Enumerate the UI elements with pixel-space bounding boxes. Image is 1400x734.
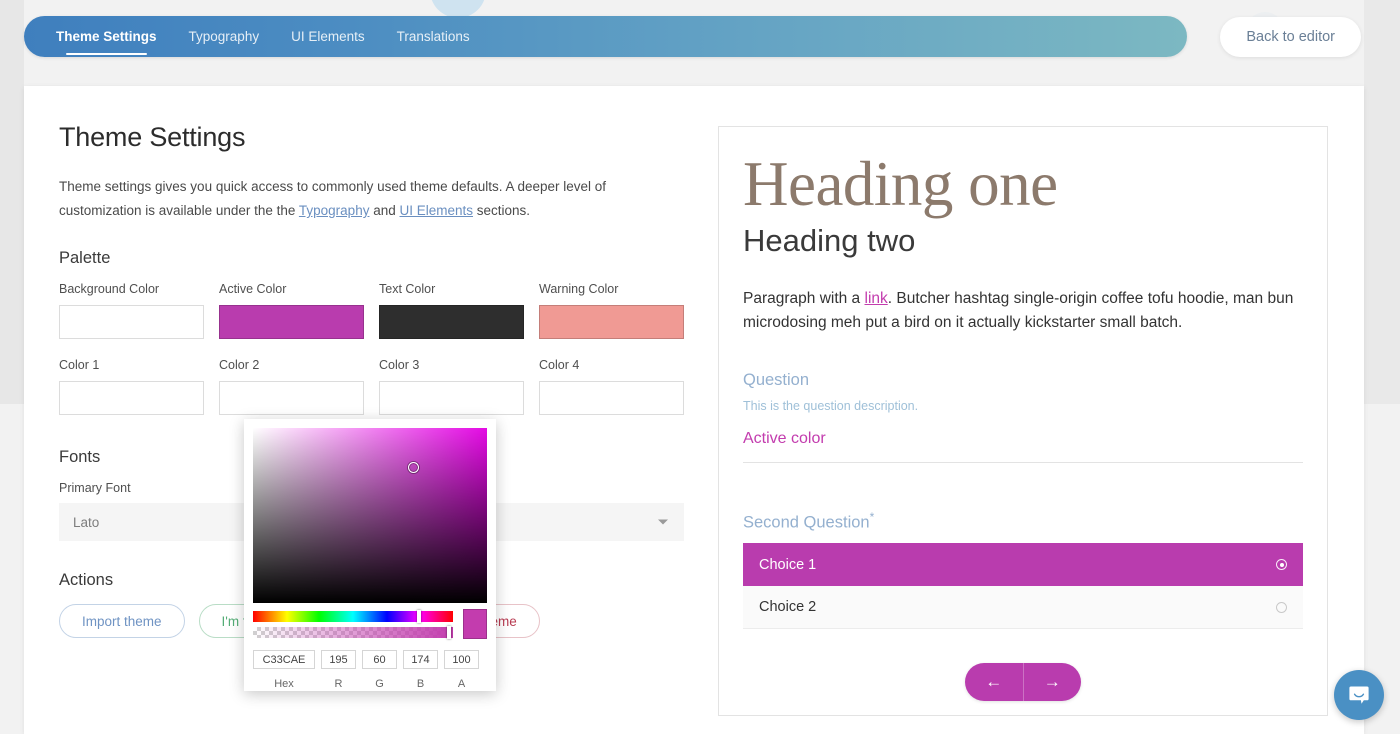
preview-second-question-label: Second Question bbox=[743, 513, 870, 532]
preview-choice-1-label: Choice 1 bbox=[759, 556, 817, 573]
background-strip-right bbox=[1364, 0, 1400, 404]
swatch-label-background-color: Background Color bbox=[59, 282, 160, 296]
intro-paragraph: Theme settings gives you quick access to… bbox=[59, 175, 625, 223]
picker-b-input[interactable] bbox=[403, 650, 438, 669]
app-root: Theme Settings Typography UI Elements Tr… bbox=[0, 0, 1400, 734]
swatch-warning-color[interactable] bbox=[539, 305, 684, 339]
palette-grid: Background Color Active Color Text Color… bbox=[59, 282, 699, 434]
preview-choice-1[interactable]: Choice 1 bbox=[743, 543, 1303, 587]
preview-heading-two: Heading two bbox=[743, 222, 916, 258]
swatch-group-color-1: Color 1 bbox=[59, 358, 204, 434]
import-theme-button[interactable]: Import theme bbox=[59, 604, 185, 638]
swatch-label-color-4: Color 4 bbox=[539, 358, 580, 372]
preview-inline-link[interactable]: link bbox=[865, 290, 888, 307]
next-arrow-icon[interactable]: → bbox=[1024, 663, 1082, 701]
required-asterisk: * bbox=[869, 509, 875, 524]
swatch-color-4[interactable] bbox=[539, 381, 684, 415]
swatch-group-warning-color: Warning Color bbox=[539, 282, 684, 358]
tab-theme-settings[interactable]: Theme Settings bbox=[56, 29, 157, 55]
swatch-group-text-color: Text Color bbox=[379, 282, 524, 358]
intercom-messenger-button[interactable] bbox=[1334, 670, 1384, 720]
swatch-group-background-color: Background Color bbox=[59, 282, 204, 358]
preview-question-title: Question bbox=[743, 370, 810, 389]
preview-paragraph-before: Paragraph with a bbox=[743, 289, 865, 307]
tab-translations-label: Translations bbox=[396, 29, 470, 44]
page-title: Theme Settings bbox=[59, 122, 246, 152]
preview-choice-2[interactable]: Choice 2 bbox=[743, 586, 1303, 630]
saturation-value-cursor[interactable] bbox=[407, 462, 419, 473]
tab-ui-elements-label: UI Elements bbox=[291, 29, 365, 44]
tab-typography-label: Typography bbox=[188, 29, 260, 44]
picker-hex-input[interactable] bbox=[253, 650, 315, 669]
hue-slider-handle[interactable] bbox=[417, 609, 421, 623]
picker-a-label: A bbox=[457, 678, 466, 690]
swatch-label-active-color: Active Color bbox=[219, 282, 287, 296]
saturation-value-area[interactable] bbox=[253, 428, 487, 603]
swatch-label-color-3: Color 3 bbox=[379, 358, 420, 372]
picker-hex-label: Hex bbox=[274, 678, 294, 690]
theme-preview-panel: Heading one Heading two Paragraph with a… bbox=[718, 126, 1328, 716]
swatch-color-1[interactable] bbox=[59, 381, 204, 415]
typography-link[interactable]: Typography bbox=[299, 203, 370, 218]
picker-a-field: A bbox=[444, 650, 479, 690]
picker-sliders-row bbox=[253, 609, 487, 639]
preview-question-input[interactable] bbox=[743, 429, 1303, 463]
preview-choice-2-label: Choice 2 bbox=[759, 599, 817, 616]
picker-hex-field: Hex bbox=[253, 650, 315, 690]
picker-r-label: R bbox=[334, 678, 343, 690]
swatch-background-color[interactable] bbox=[59, 305, 204, 339]
back-to-editor-button[interactable]: Back to editor bbox=[1220, 17, 1361, 57]
preview-second-question-title: Second Question* bbox=[743, 510, 1303, 533]
preview-paragraph: Paragraph with a link. Butcher hashtag s… bbox=[743, 287, 1303, 335]
intro-text-part2: sections. bbox=[473, 203, 531, 218]
tab-typography[interactable]: Typography bbox=[189, 29, 260, 44]
hue-slider[interactable] bbox=[253, 609, 453, 623]
picker-r-input[interactable] bbox=[321, 650, 356, 669]
swatch-label-color-1: Color 1 bbox=[59, 358, 100, 372]
picker-r-field: R bbox=[321, 650, 356, 690]
intro-text-and: and bbox=[369, 203, 400, 218]
main-card: Theme Settings Theme settings gives you … bbox=[24, 86, 1364, 734]
swatch-label-warning-color: Warning Color bbox=[539, 282, 619, 296]
picker-b-field: B bbox=[403, 650, 438, 690]
picker-g-field: G bbox=[362, 650, 397, 690]
picker-sliders bbox=[253, 609, 453, 639]
previous-arrow-icon[interactable]: ← bbox=[965, 663, 1024, 702]
swatch-active-color[interactable] bbox=[219, 305, 364, 339]
swatch-label-text-color: Text Color bbox=[379, 282, 436, 296]
background-strip-left bbox=[0, 0, 24, 404]
tab-ui-elements[interactable]: UI Elements bbox=[291, 29, 365, 44]
primary-font-value: Lato bbox=[73, 514, 100, 530]
preview-nav-pill: ← → bbox=[965, 663, 1082, 702]
swatch-text-color[interactable] bbox=[379, 305, 524, 339]
picker-color-preview bbox=[463, 609, 487, 639]
ui-elements-link[interactable]: UI Elements bbox=[399, 203, 473, 218]
swatch-group-active-color: Active Color bbox=[219, 282, 364, 358]
swatch-color-2[interactable] bbox=[219, 381, 364, 415]
color-picker-popup[interactable]: Hex R G B A bbox=[244, 419, 496, 691]
radio-unselected-icon bbox=[1276, 601, 1287, 613]
tab-translations[interactable]: Translations bbox=[397, 29, 470, 44]
preview-question-description: This is the question description. bbox=[743, 398, 919, 413]
picker-b-label: B bbox=[416, 678, 425, 690]
tab-theme-settings-label: Theme Settings bbox=[56, 29, 157, 44]
chevron-down-icon bbox=[658, 519, 668, 525]
swatch-label-color-2: Color 2 bbox=[219, 358, 260, 372]
radio-selected-icon bbox=[1276, 559, 1287, 571]
chat-bubble-icon bbox=[1349, 686, 1369, 704]
preview-heading-one: Heading one bbox=[743, 149, 1058, 219]
palette-heading: Palette bbox=[59, 249, 111, 267]
picker-g-label: G bbox=[375, 678, 384, 690]
picker-inputs-row: Hex R G B A bbox=[253, 650, 487, 690]
picker-a-input[interactable] bbox=[444, 650, 479, 669]
alpha-slider-handle[interactable] bbox=[447, 625, 451, 639]
alpha-slider[interactable] bbox=[253, 625, 453, 639]
swatch-color-3[interactable] bbox=[379, 381, 524, 415]
picker-g-input[interactable] bbox=[362, 650, 397, 669]
top-navbar: Theme Settings Typography UI Elements Tr… bbox=[24, 16, 1187, 57]
swatch-group-color-4: Color 4 bbox=[539, 358, 684, 434]
